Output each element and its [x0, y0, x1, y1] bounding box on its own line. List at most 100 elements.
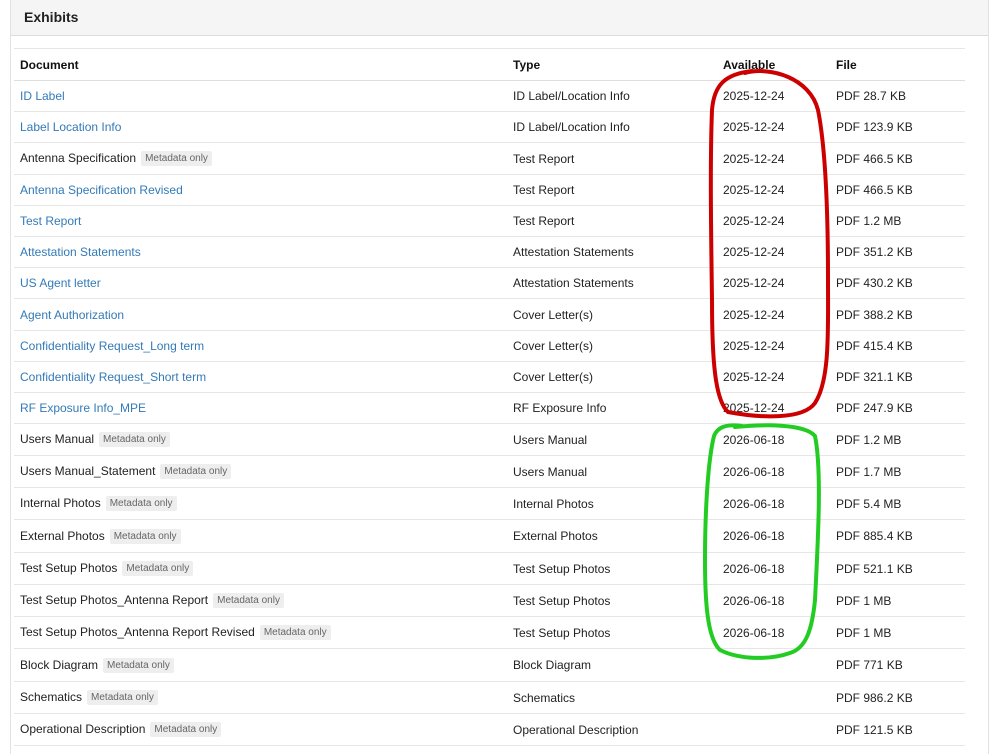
table-row: Antenna Specification Metadata only Test R…: [14, 142, 965, 175]
cell-available: [717, 713, 830, 746]
cell-type: Users Manual: [507, 455, 717, 488]
cell-available: 2025-12-24: [717, 174, 830, 206]
cell-type: External Photos: [507, 519, 717, 553]
table-row: External Photos Metadata only External Pho…: [14, 519, 965, 553]
cell-type: Cover Letter(s): [507, 330, 717, 362]
cell-document: Agent Authorization: [14, 298, 507, 331]
cell-available: 2026-06-18: [717, 487, 830, 520]
table-row: US Agent letter Attestation Statements 202…: [14, 267, 965, 299]
panel-title: Exhibits: [24, 9, 79, 25]
metadata-only-badge: Metadata only: [105, 496, 177, 511]
document-link[interactable]: Confidentiality Request_Long term: [20, 339, 204, 353]
cell-type: Test Setup Photos: [507, 584, 717, 617]
document-link[interactable]: RF Exposure Info_MPE: [20, 401, 146, 415]
column-header-available[interactable]: Available: [717, 48, 830, 81]
table-row: Antenna Specification Revised Test Report…: [14, 174, 965, 206]
cell-document: Antenna Specification Metadata only: [14, 142, 507, 175]
metadata-only-badge: Metadata only: [213, 593, 284, 608]
table-header-row: Document Type Available File: [14, 48, 965, 81]
table-row: Schematics Metadata only Schematics PDF 986…: [14, 681, 965, 714]
cell-file: PDF 28.7 KB: [830, 80, 965, 112]
cell-document: US Agent letter: [14, 267, 507, 299]
cell-document: Block Diagram Metadata only: [14, 648, 507, 682]
cell-file: PDF 466.5 KB: [830, 174, 965, 206]
cell-file: PDF 121.5 KB: [830, 713, 965, 746]
table-row: Users Manual_Statement Metadata only Users…: [14, 455, 965, 488]
table-row: Agent Authorization Cover Letter(s) 2025-1…: [14, 298, 965, 331]
cell-available: 2025-12-24: [717, 111, 830, 143]
metadata-only-badge: Metadata only: [109, 528, 181, 544]
cell-file: PDF 351.2 KB: [830, 236, 965, 268]
cell-document: External Photos Metadata only: [14, 519, 507, 553]
document-name: Users Manual_Statement: [20, 464, 156, 478]
cell-file: PDF 123.9 KB: [830, 111, 965, 143]
cell-document: Test Setup Photos_Antenna Report Metadata…: [14, 584, 507, 617]
cell-document: Label Location Info: [14, 111, 507, 143]
cell-available: 2025-12-24: [717, 392, 830, 424]
cell-type: Schematics: [507, 681, 717, 714]
cell-type: Test Report: [507, 142, 717, 175]
metadata-only-badge: Metadata only: [160, 464, 232, 479]
cell-type: Cover Letter(s): [507, 361, 717, 393]
cell-document: ID Label: [14, 80, 507, 112]
metadata-only-badge: Metadata only: [99, 432, 170, 447]
document-name: Operational Description: [20, 722, 146, 736]
document-link[interactable]: Antenna Specification Revised: [20, 183, 183, 197]
cell-type: Test Setup Photos: [507, 616, 717, 649]
cell-file: PDF 885.4 KB: [830, 519, 965, 553]
table-row: Test Setup Photos_Antenna Report Revised…: [14, 616, 965, 649]
document-name: External Photos: [20, 528, 105, 543]
cell-type: Test Setup Photos: [507, 552, 717, 585]
cell-file: PDF 415.4 KB: [830, 330, 965, 362]
cell-available: [717, 648, 830, 682]
cell-document: Antenna Specification Revised: [14, 174, 507, 206]
document-link[interactable]: Attestation Statements: [20, 245, 141, 259]
document-link[interactable]: Test Report: [20, 214, 81, 228]
cell-available: 2026-06-18: [717, 423, 830, 456]
cell-type: ID Label/Location Info: [507, 80, 717, 112]
cell-file: PDF 388.2 KB: [830, 298, 965, 331]
column-header-document[interactable]: Document: [14, 48, 507, 81]
table-row: Test Setup Photos Metadata only Test Setup…: [14, 552, 965, 585]
cell-document: Test Report: [14, 205, 507, 237]
table-row: Test Report Test Report 2025-12-24 PDF 1.2 …: [14, 205, 965, 237]
document-name: Block Diagram: [20, 657, 99, 672]
exhibits-table: Document Type Available File ID Label ID …: [14, 48, 965, 746]
cell-type: Attestation Statements: [507, 267, 717, 299]
cell-available: 2026-06-18: [717, 552, 830, 585]
metadata-only-badge: Metadata only: [259, 625, 331, 640]
cell-available: 2026-06-18: [717, 519, 830, 553]
column-header-file[interactable]: File: [830, 48, 965, 81]
metadata-only-badge: Metadata only: [122, 561, 194, 576]
cell-available: 2026-06-18: [717, 455, 830, 488]
cell-type: Cover Letter(s): [507, 298, 717, 331]
table-row: Attestation Statements Attestation Statem…: [14, 236, 965, 268]
cell-document: Attestation Statements: [14, 236, 507, 268]
cell-document: Users Manual Metadata only: [14, 423, 507, 456]
cell-type: RF Exposure Info: [507, 392, 717, 424]
cell-type: Internal Photos: [507, 487, 717, 520]
column-header-type[interactable]: Type: [507, 48, 717, 81]
cell-file: PDF 430.2 KB: [830, 267, 965, 299]
cell-file: PDF 247.9 KB: [830, 392, 965, 424]
metadata-only-badge: Metadata only: [150, 722, 222, 737]
metadata-only-badge: Metadata only: [141, 151, 212, 166]
document-link[interactable]: Label Location Info: [20, 120, 121, 134]
document-link[interactable]: US Agent letter: [20, 276, 101, 290]
document-link[interactable]: Agent Authorization: [20, 308, 124, 322]
document-link[interactable]: Confidentiality Request_Short term: [20, 370, 206, 384]
document-name: Internal Photos: [20, 496, 101, 510]
cell-available: 2025-12-24: [717, 298, 830, 331]
document-link[interactable]: ID Label: [20, 89, 65, 103]
table-row: Confidentiality Request_Short term Cover …: [14, 361, 965, 393]
cell-available: 2025-12-24: [717, 205, 830, 237]
cell-file: PDF 1.2 MB: [830, 423, 965, 456]
cell-file: PDF 521.1 KB: [830, 552, 965, 585]
cell-document: Operational Description Metadata only: [14, 713, 507, 746]
cell-type: Test Report: [507, 205, 717, 237]
cell-file: PDF 1.2 MB: [830, 205, 965, 237]
document-name: Antenna Specification: [20, 151, 137, 165]
document-name: Test Setup Photos_Antenna Report: [20, 593, 209, 607]
cell-document: Test Setup Photos_Antenna Report Revised…: [14, 616, 507, 649]
cell-type: Users Manual: [507, 423, 717, 456]
